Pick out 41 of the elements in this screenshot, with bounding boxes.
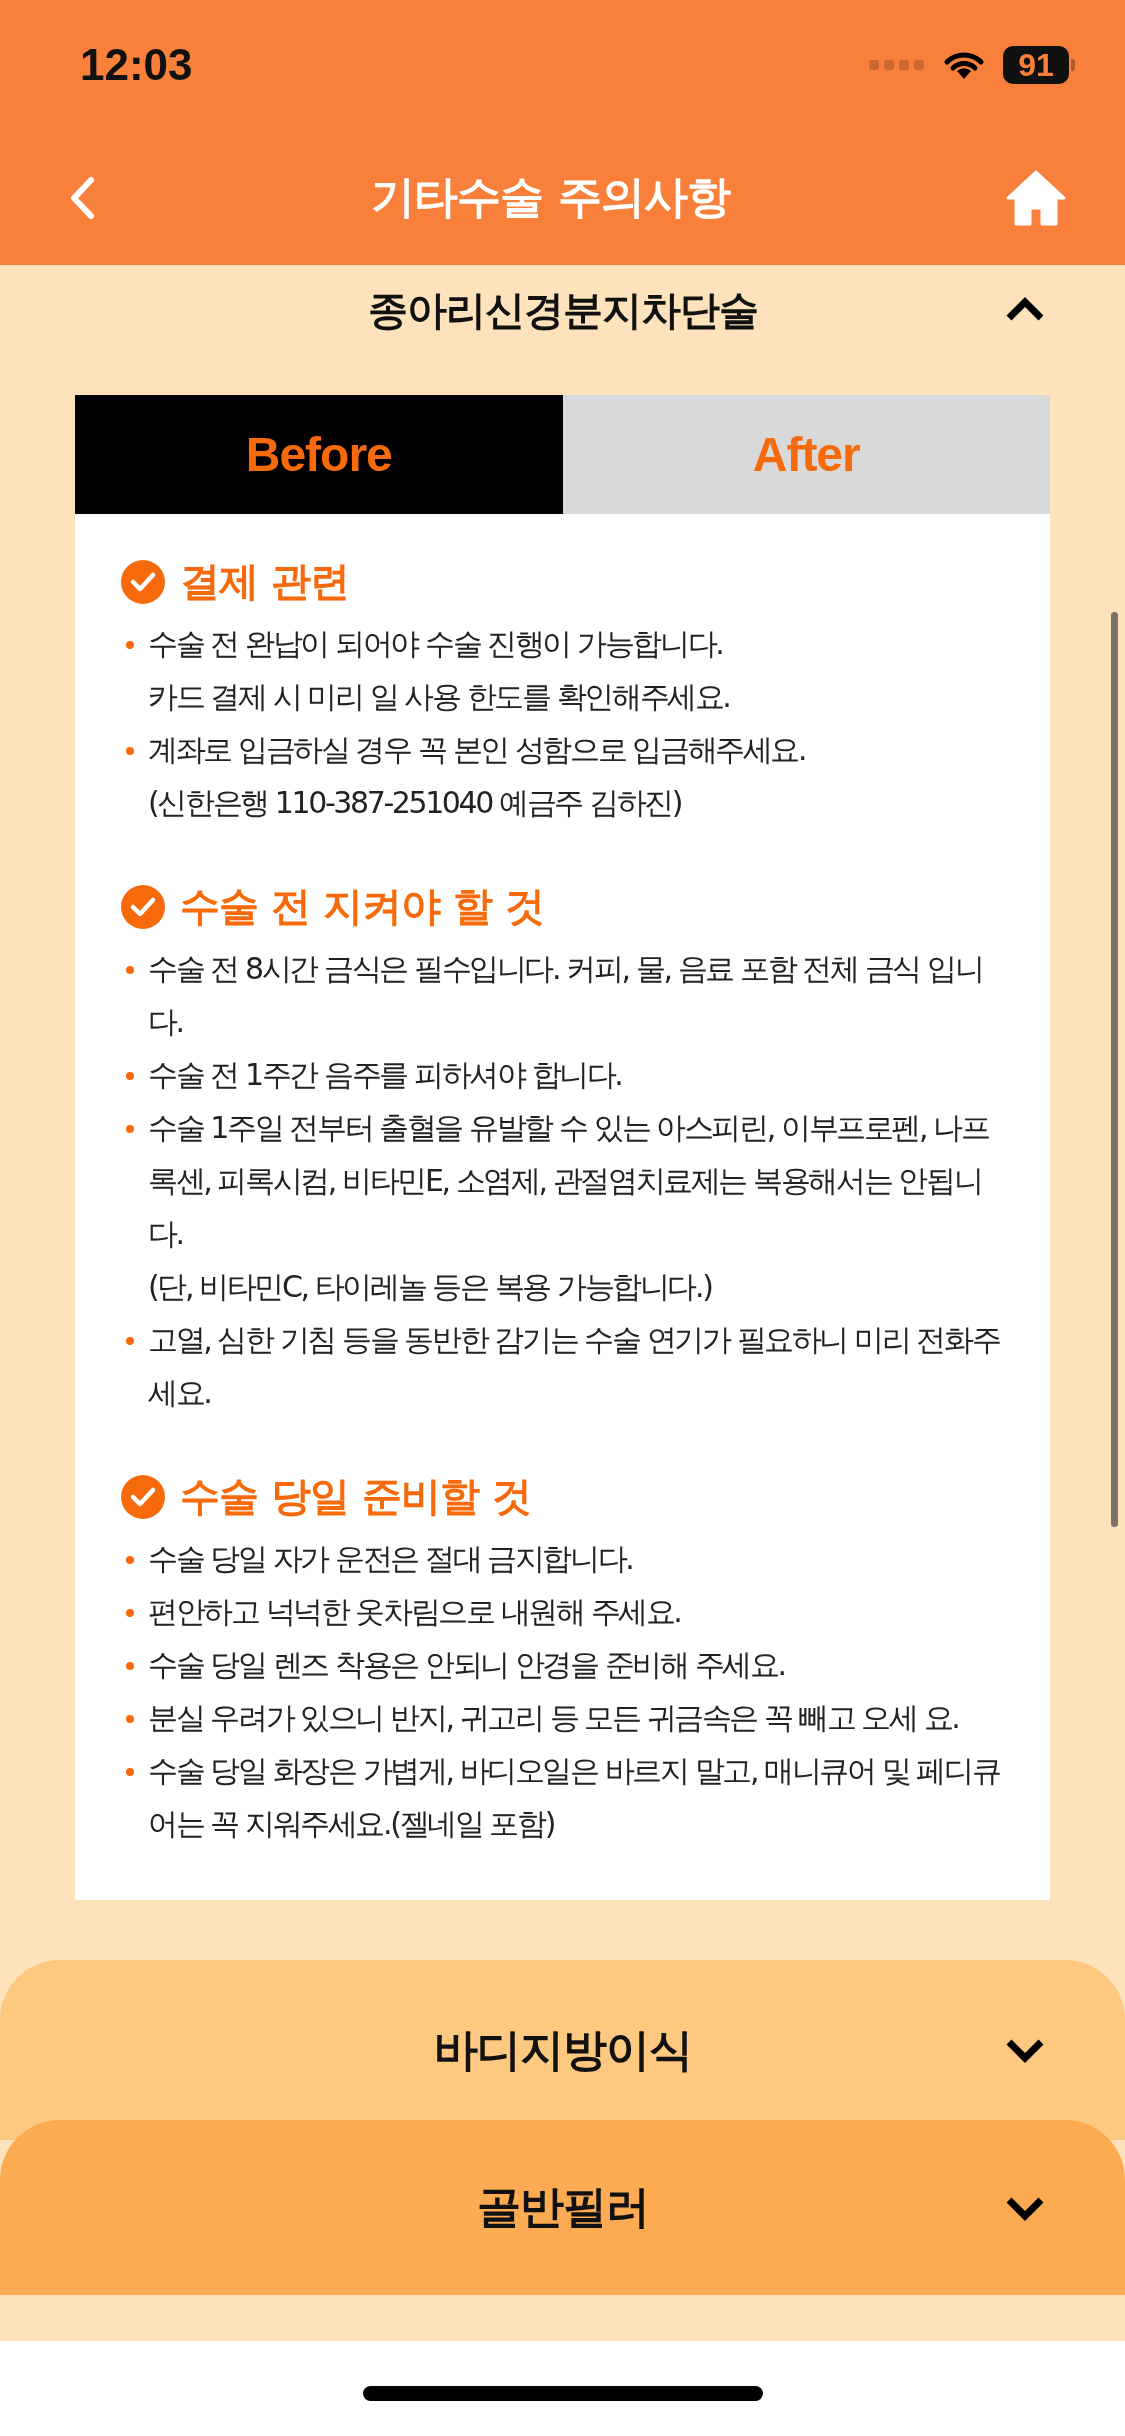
bullet-text: 편안하고 넉넉한 옷차림으로 내원해 주세요. — [148, 1593, 682, 1631]
bullet-icon — [126, 641, 134, 649]
bullet-icon — [126, 1125, 134, 1133]
section-heading: 수술 전 지켜야 할 것 — [180, 882, 544, 931]
bullet-text: 고열, 심한 기침 등을 동반한 감기는 수술 연기가 필요하니 미리 전화주세요. — [148, 1321, 1001, 1412]
bullet-icon — [126, 1715, 134, 1723]
bullet-text: (신한은행 110-387-251040 예금주 김하진) — [148, 784, 683, 822]
home-icon — [1006, 169, 1066, 226]
bullet-icon — [126, 1072, 134, 1080]
bullet-text: 수술 당일 렌즈 착용은 안되니 안경을 준비해 주세요. — [148, 1646, 786, 1684]
bullet-text: 수술 전 완납이 되어야 수술 진행이 가능합니다. — [148, 625, 724, 663]
bullet-text: 수술 당일 화장은 가볍게, 바디오일은 바르지 말고, 매니큐어 및 페디큐어는 꼭 지워주세요.(젤네일 포함) — [148, 1752, 1001, 1843]
bullet-icon — [126, 1609, 134, 1617]
bullet-text: 분실 우려가 있으니 반지, 귀고리 등 모든 귀금속은 꼭 빼고 오세 요. — [148, 1699, 960, 1737]
battery-level: 91 — [1003, 46, 1069, 84]
section-heading: 수술 당일 준비할 것 — [180, 1472, 531, 1521]
wifi-icon — [943, 49, 985, 81]
accordion-header[interactable]: 종아리신경분지차단술 — [0, 265, 1125, 355]
bullet-text: 수술 전 8시간 금식은 필수입니다. 커피, 물, 음료 포함 전체 금식 입니다. — [148, 950, 984, 1041]
checkmark-icon — [120, 1473, 166, 1520]
signal-icon — [869, 58, 925, 72]
bullet-text: (단, 비타민C, 타이레놀 등은 복용 가능합니다.) — [148, 1268, 713, 1306]
tab[interactable]: Before — [75, 395, 563, 514]
bullet-text: 수술 1주일 전부터 출혈을 유발할 수 있는 아스피린, 이부프로펜, 나프록센, 피록시컴, 비타민E, 소염제, 관절염치료제는 복용해서는 안됩니다. — [148, 1109, 990, 1253]
status-time: 12:03 — [80, 40, 193, 90]
bullet-icon — [126, 1337, 134, 1345]
bullet-icon — [126, 1662, 134, 1670]
screen-title: 기타수술 주의사항 — [371, 170, 730, 224]
bullet-icon — [126, 966, 134, 974]
bullet-icon — [126, 1556, 134, 1564]
section-heading: 결제 관련 — [180, 557, 349, 606]
bullet-text: 수술 당일 자가 운전은 절대 금지합니다. — [148, 1540, 634, 1578]
bullet-text: 카드 결제 시 미리 일 사용 한도를 확인해주세요. — [148, 678, 731, 716]
bullet-icon — [126, 747, 134, 755]
accordion-header[interactable]: 바디지방이식 — [0, 1960, 1125, 2140]
bullet-text: 계좌로 입금하실 경우 꼭 본인 성함으로 입금해주세요. — [148, 731, 807, 769]
bullet-text: 수술 전 1주간 음주를 피하셔야 합니다. — [148, 1056, 623, 1094]
bullet-icon — [126, 1768, 134, 1776]
checkmark-icon — [120, 558, 166, 605]
checkmark-icon — [120, 883, 166, 930]
back-icon — [69, 175, 95, 220]
